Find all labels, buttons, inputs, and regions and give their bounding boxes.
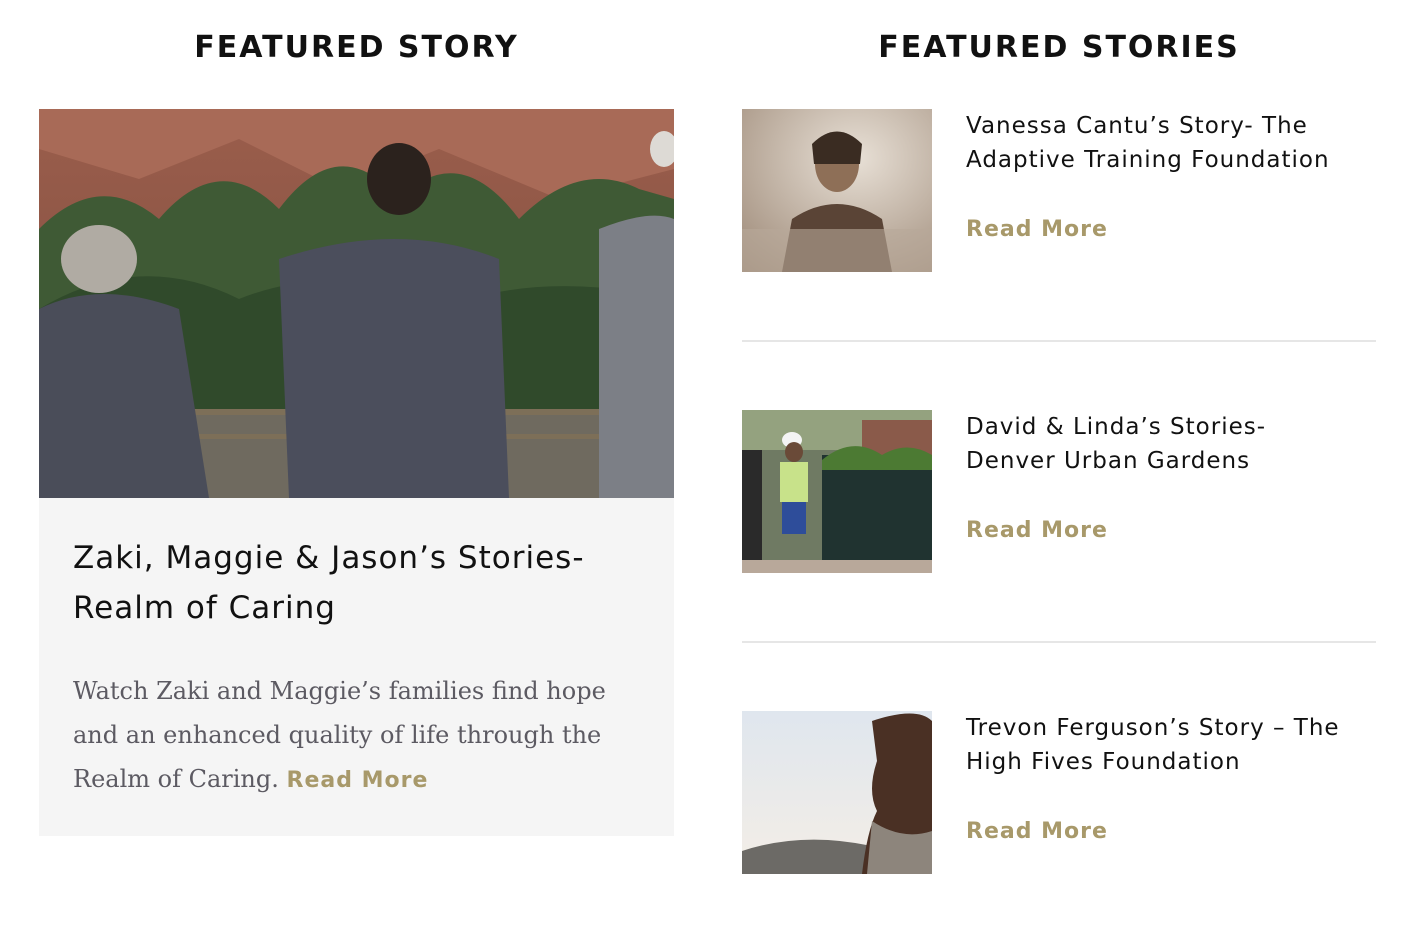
read-more-link-vanessa[interactable]: Read More bbox=[966, 217, 1108, 242]
story-title-line1: David & Linda’s Stories- bbox=[966, 414, 1267, 440]
story-title-line2: Denver Urban Gardens bbox=[966, 448, 1251, 474]
story-title-line1: Vanessa Cantu’s Story- The bbox=[966, 113, 1308, 139]
featured-story-title-line2: Realm of Caring bbox=[73, 590, 336, 626]
featured-stories-heading: FEATURED STORIES bbox=[878, 30, 1240, 65]
story-thumb-david-linda[interactable] bbox=[742, 410, 932, 573]
story-title-line2: High Fives Foundation bbox=[966, 749, 1241, 775]
story-item-trevon: Trevon Ferguson’s Story – The High Fives… bbox=[742, 711, 1376, 875]
featured-story-description: Watch Zaki and Maggie’s families find ho… bbox=[73, 669, 633, 803]
featured-story-card: Zaki, Maggie & Jason’s Stories- Realm of… bbox=[39, 109, 674, 836]
read-more-link-david-linda[interactable]: Read More bbox=[966, 518, 1108, 543]
featured-story-image[interactable] bbox=[39, 109, 674, 498]
featured-story-read-more-link[interactable]: Read More bbox=[287, 768, 429, 793]
story-title-line1: Trevon Ferguson’s Story – The bbox=[966, 715, 1340, 741]
read-more-link-trevon[interactable]: Read More bbox=[966, 819, 1108, 844]
divider bbox=[742, 340, 1376, 342]
featured-story-heading: FEATURED STORY bbox=[194, 30, 519, 65]
divider bbox=[742, 641, 1376, 643]
featured-story-title-line1: Zaki, Maggie & Jason’s Stories- bbox=[73, 540, 585, 576]
story-title-vanessa[interactable]: Vanessa Cantu’s Story- The Adaptive Trai… bbox=[966, 109, 1386, 177]
story-item-david-linda: David & Linda’s Stories- Denver Urban Ga… bbox=[742, 410, 1376, 574]
featured-story-title[interactable]: Zaki, Maggie & Jason’s Stories- Realm of… bbox=[73, 533, 643, 633]
story-item-vanessa: Vanessa Cantu’s Story- The Adaptive Trai… bbox=[742, 109, 1376, 273]
story-thumb-trevon[interactable] bbox=[742, 711, 932, 874]
story-title-line2: Adaptive Training Foundation bbox=[966, 147, 1330, 173]
story-thumb-vanessa[interactable] bbox=[742, 109, 932, 272]
story-title-david-linda[interactable]: David & Linda’s Stories- Denver Urban Ga… bbox=[966, 410, 1386, 478]
story-title-trevon[interactable]: Trevon Ferguson’s Story – The High Fives… bbox=[966, 711, 1386, 779]
